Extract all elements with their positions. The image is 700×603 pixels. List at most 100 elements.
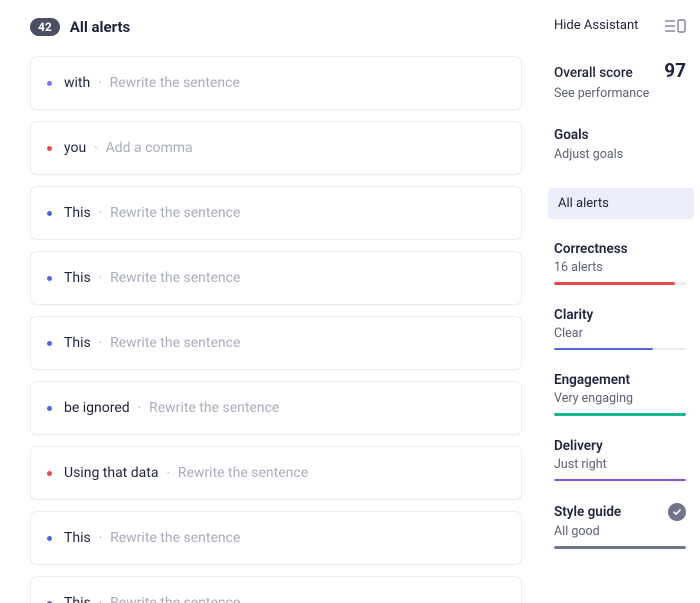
alert-suggestion: Rewrite the sentence [178, 465, 308, 481]
alert-dot-icon [47, 341, 52, 346]
alert-card[interactable]: with · Rewrite the sentence [30, 56, 522, 110]
alert-suggestion: Rewrite the sentence [110, 595, 240, 603]
panel-toggle-icon [664, 19, 686, 33]
hide-assistant-row[interactable]: Hide Assistant [554, 18, 686, 33]
metric-clarity[interactable]: Clarity Clear [554, 307, 686, 351]
metric-delivery[interactable]: Delivery Just right [554, 438, 686, 482]
alert-suggestion: Rewrite the sentence [149, 400, 279, 416]
alert-dot-icon [47, 471, 52, 476]
metric-sub: 16 alerts [554, 260, 686, 275]
metric-bar [554, 546, 686, 549]
alert-dot-icon [47, 146, 52, 151]
alert-suggestion: Add a comma [106, 140, 193, 156]
metric-title: Clarity [554, 307, 593, 323]
alerts-list: with · Rewrite the sentence you · Add a comma… [30, 56, 522, 603]
metric-bar [554, 282, 686, 285]
alert-text: This · Rewrite the sentence [64, 205, 240, 221]
alert-word: you [64, 140, 86, 156]
metric-bar [554, 413, 686, 416]
alert-suggestion: Rewrite the sentence [110, 205, 240, 221]
alert-card[interactable]: This · Rewrite the sentence [30, 186, 522, 240]
alert-word: This [64, 595, 91, 603]
metric-bar-fill [554, 479, 686, 482]
alert-text: you · Add a comma [64, 140, 193, 156]
separator-dot: · [99, 596, 102, 603]
adjust-goals-link[interactable]: Adjust goals [554, 147, 686, 162]
alert-word: be ignored [64, 400, 130, 416]
alert-text: with · Rewrite the sentence [64, 75, 240, 91]
alert-text: be ignored · Rewrite the sentence [64, 400, 279, 416]
metric-correctness[interactable]: Correctness 16 alerts [554, 241, 686, 285]
alert-suggestion: Rewrite the sentence [110, 335, 240, 351]
assistant-sidebar: Hide Assistant Overall score 97 See perf… [542, 0, 700, 603]
alerts-header: 42 All alerts [30, 18, 522, 36]
metric-sub: Just right [554, 457, 686, 472]
alert-text: This · Rewrite the sentence [64, 335, 240, 351]
separator-dot: · [138, 401, 141, 416]
alert-dot-icon [47, 536, 52, 541]
alert-card[interactable]: This · Rewrite the sentence [30, 511, 522, 565]
alert-text: This · Rewrite the sentence [64, 270, 240, 286]
separator-dot: · [99, 206, 102, 221]
alert-card[interactable]: be ignored · Rewrite the sentence [30, 381, 522, 435]
alert-dot-icon [47, 211, 52, 216]
alert-suggestion: Rewrite the sentence [110, 270, 240, 286]
metric-bar [554, 479, 686, 482]
alert-card[interactable]: Using that data · Rewrite the sentence [30, 446, 522, 500]
alerts-count-badge: 42 [30, 18, 60, 36]
alert-suggestion: Rewrite the sentence [110, 75, 240, 91]
alert-suggestion: Rewrite the sentence [110, 530, 240, 546]
separator-dot: · [99, 531, 102, 546]
separator-dot: · [99, 336, 102, 351]
metric-head: Engagement [554, 372, 686, 388]
metric-sub: Very engaging [554, 391, 686, 406]
alert-card[interactable]: This · Rewrite the sentence [30, 316, 522, 370]
alert-card[interactable]: This · Rewrite the sentence [30, 576, 522, 603]
metrics-list: Correctness 16 alerts Clarity Clear Engageme… [554, 241, 686, 571]
metric-title: Correctness [554, 241, 628, 257]
overall-score-label: Overall score [554, 65, 633, 81]
metric-bar-fill [554, 413, 686, 416]
metric-sub: All good [554, 524, 686, 539]
alert-card[interactable]: you · Add a comma [30, 121, 522, 175]
alert-word: This [64, 205, 91, 221]
alert-text: This · Rewrite the sentence [64, 530, 240, 546]
metric-head: Clarity [554, 307, 686, 323]
metric-sub: Clear [554, 326, 686, 341]
alerts-title: All alerts [70, 18, 130, 36]
alerts-panel: 42 All alerts with · Rewrite the sentence y… [0, 0, 542, 603]
separator-dot: · [94, 141, 97, 156]
goals-title: Goals [554, 127, 686, 143]
metric-head: Delivery [554, 438, 686, 454]
separator-dot: · [166, 466, 169, 481]
all-alerts-tab[interactable]: All alerts [548, 188, 694, 219]
alert-word: This [64, 335, 91, 351]
alert-word: Using that data [64, 465, 158, 481]
metric-bar-fill [554, 348, 653, 351]
alert-dot-icon [47, 81, 52, 86]
alert-card[interactable]: This · Rewrite the sentence [30, 251, 522, 305]
metric-engagement[interactable]: Engagement Very engaging [554, 372, 686, 416]
alert-dot-icon [47, 406, 52, 411]
separator-dot: · [98, 76, 101, 91]
alert-text: This · Rewrite the sentence [64, 595, 240, 603]
metric-bar [554, 348, 686, 351]
metric-title: Style guide [554, 504, 621, 520]
alert-text: Using that data · Rewrite the sentence [64, 465, 308, 481]
metric-head: Style guide [554, 503, 686, 521]
metric-bar-fill [554, 546, 686, 549]
metric-style-guide[interactable]: Style guide All good [554, 503, 686, 549]
metric-title: Delivery [554, 438, 603, 454]
alert-word: This [64, 270, 91, 286]
see-performance-link[interactable]: See performance [554, 86, 686, 101]
alert-word: This [64, 530, 91, 546]
metric-bar-fill [554, 282, 675, 285]
overall-score-value: 97 [664, 59, 686, 82]
metric-head: Correctness [554, 241, 686, 257]
separator-dot: · [99, 271, 102, 286]
check-circle-icon [668, 503, 686, 521]
overall-score-row[interactable]: Overall score 97 [554, 59, 686, 82]
alert-word: with [64, 75, 90, 91]
hide-assistant-label: Hide Assistant [554, 18, 638, 33]
metric-title: Engagement [554, 372, 630, 388]
